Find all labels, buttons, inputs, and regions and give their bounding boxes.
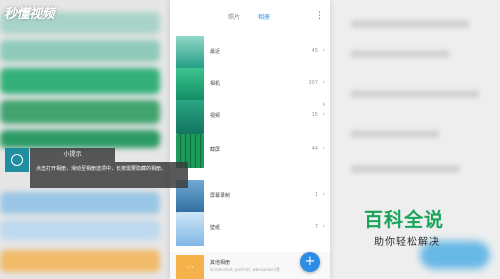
- tab-photos[interactable]: 照片: [228, 12, 240, 21]
- blurred-row: [0, 68, 160, 94]
- album-subtitle: Screenshot, portrait, wbesackers等: [210, 267, 280, 272]
- blurred-row: [0, 100, 160, 124]
- album-name: 截屏: [210, 147, 221, 153]
- album-item-video[interactable]: 视频 15 ›: [170, 100, 330, 138]
- blurred-row: [0, 192, 160, 214]
- tip-body: 点击打开相册，滑动至相册选项中，长按需要隐藏的相册。: [30, 162, 188, 188]
- album-thumbnail: [176, 68, 204, 102]
- chevron-right-icon: ›: [322, 222, 325, 230]
- blurred-line: [350, 20, 470, 28]
- screen: 照片 相册 ⋮ 最近 45 › 相机 307 › 视频 15 › 截屏 44 ›: [0, 0, 500, 279]
- blurred-line: [350, 90, 480, 98]
- tab-bar: 照片 相册 ⋮: [170, 10, 330, 24]
- album-name: 最近: [210, 49, 221, 55]
- lightbulb-icon: [5, 148, 29, 172]
- album-item-wallpaper[interactable]: 壁纸 7 ›: [170, 212, 330, 250]
- album-name: 壁纸: [210, 225, 221, 231]
- brand-title: 百科全说: [364, 209, 445, 231]
- album-name: 视频: [210, 113, 221, 119]
- chevron-right-icon: ›: [322, 100, 326, 110]
- tab-albums[interactable]: 相册: [258, 12, 270, 21]
- chevron-right-icon: ›: [322, 144, 325, 152]
- album-name: 屏幕录制: [210, 193, 231, 199]
- album-thumbnail: [176, 100, 204, 134]
- blurred-background-left: [0, 0, 170, 279]
- more-dots-icon: ···: [176, 255, 204, 279]
- album-count: 7: [314, 224, 318, 230]
- blurred-line: [350, 130, 440, 138]
- chevron-right-icon: ›: [322, 190, 325, 198]
- blurred-row: [0, 130, 160, 148]
- album-thumbnail: [176, 212, 204, 246]
- album-thumbnail: [176, 36, 204, 70]
- gallery-panel: 照片 相册 ⋮ 最近 45 › 相机 307 › 视频 15 › 截屏 44 ›: [170, 0, 330, 279]
- chevron-right-icon: ›: [322, 78, 325, 86]
- blurred-row: [0, 220, 160, 240]
- brand-subtitle: 助你轻松解决: [374, 237, 440, 248]
- more-menu-icon[interactable]: ⋮: [315, 10, 324, 22]
- album-name: 其他相册: [210, 260, 231, 266]
- add-album-button[interactable]: +: [300, 252, 320, 272]
- album-name: 相机: [210, 81, 221, 87]
- blurred-line: [350, 165, 460, 173]
- watermark-logo: 秒懂视频: [4, 7, 55, 22]
- blurred-row: [0, 40, 160, 62]
- tip-title: 小提示: [30, 148, 115, 162]
- chevron-right-icon: ›: [322, 110, 325, 118]
- album-count: 1: [314, 192, 318, 198]
- album-count: 307: [308, 80, 318, 86]
- album-count: 44: [311, 146, 318, 152]
- album-item-screenshots[interactable]: 截屏 44 ›: [170, 134, 330, 172]
- album-count: 15: [311, 112, 318, 118]
- blurred-line: [350, 50, 450, 58]
- chevron-right-icon: ›: [322, 46, 325, 54]
- album-count: 45: [311, 48, 318, 54]
- blurred-row: [0, 250, 160, 272]
